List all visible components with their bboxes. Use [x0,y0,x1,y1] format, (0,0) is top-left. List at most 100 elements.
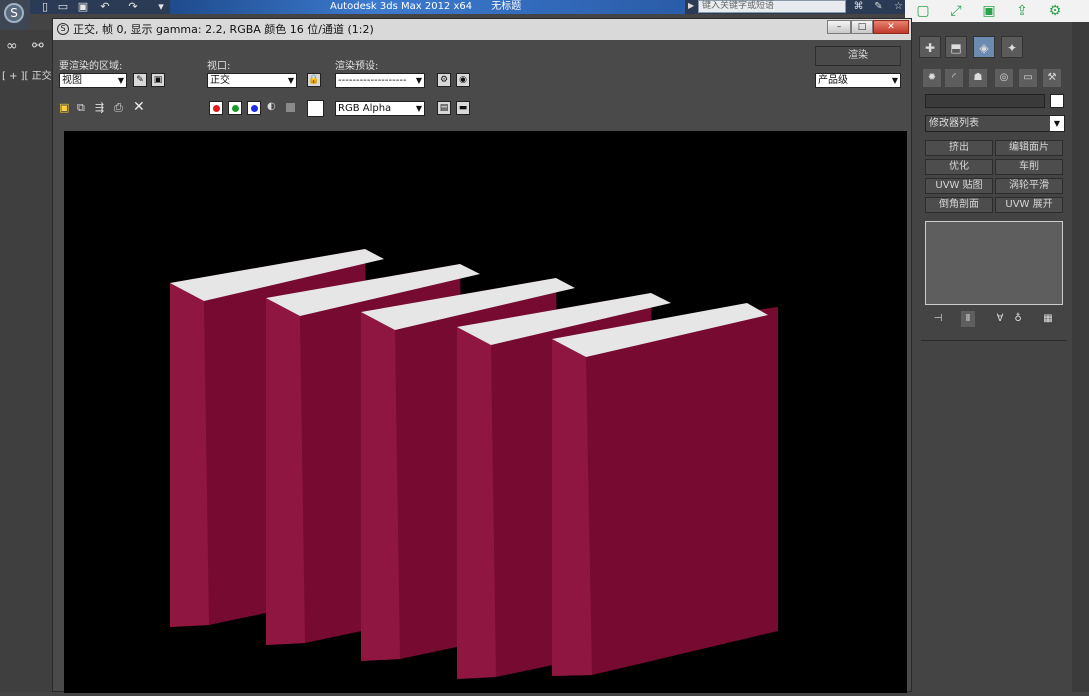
alpha-channel-icon[interactable]: ◐ [267,101,276,112]
modifier-stack[interactable] [925,221,1063,305]
app-title-text: Autodesk 3ds Max 2012 x64 [330,1,473,12]
object-color-swatch[interactable] [1050,94,1064,108]
window-icon[interactable]: ▢ [914,2,932,20]
render-button[interactable]: 渲染 [815,46,901,66]
motion-icon[interactable]: ◎ [995,69,1013,87]
minimize-button[interactable]: – [827,20,851,34]
environment-icon[interactable]: ◉ [456,73,470,87]
show-end-result-icon[interactable]: Ⅱ [961,311,975,327]
render-setup-icon[interactable]: ⚙ [437,73,451,87]
render-preset-value: ------------------- [338,75,407,86]
save-image-icon[interactable]: ▣ [59,101,69,114]
app-logo-button[interactable]: S [0,0,30,30]
blue-channel-toggle[interactable] [247,101,261,115]
hierarchy-icon[interactable]: ☗ [969,69,987,87]
modifier-button-extrude[interactable]: 挤出 [925,140,993,156]
modify-tab-icon[interactable]: ◈ [973,36,995,58]
viewport-value: 正交 [210,75,230,86]
binoculars-icon[interactable]: ⌘ [852,1,865,13]
unlink-icon[interactable]: ⚯ [32,38,44,54]
book-spine [361,312,400,661]
red-channel-toggle[interactable] [209,101,223,115]
tools-icon[interactable]: ✎ [872,1,885,13]
main-toolbar-left [0,30,52,692]
close-button[interactable]: ✕ [873,20,909,34]
lock-icon[interactable]: 🔒 [307,73,321,87]
expand-icon[interactable]: ⤢ [947,2,965,20]
modifier-button-uvw-map[interactable]: UVW 贴图 [925,178,993,194]
chevron-down-icon: ▼ [117,76,124,85]
geometry-icon[interactable]: ✹ [923,69,941,87]
chevron-down-icon: ▼ [415,76,422,85]
modifier-button-turbosmooth[interactable]: 涡轮平滑 [995,178,1063,194]
command-panel: ✚ ⬒ ◈ ✦ ✹ ◜ ☗ ◎ ▭ ⚒ 修改器列表 ▼ 挤出 编辑面片 优化 车削… [917,22,1089,692]
viewport-dropdown[interactable]: 正交 ▼ [207,73,297,88]
restore-button[interactable]: □ [851,20,873,34]
settings-icon[interactable]: ⚙ [1046,2,1064,20]
copy-image-icon[interactable]: ⧉ [77,101,85,115]
monochrome-icon[interactable] [286,103,295,112]
blue-channel-icon [251,105,258,112]
clear-icon[interactable]: ✕ [133,99,145,115]
modifier-list-dropdown[interactable]: 修改器列表 ▼ [925,115,1065,132]
green-channel-toggle[interactable] [228,101,242,115]
render-frame-window: S 正交, 帧 0, 显示 gamma: 2.2, RGBA 颜色 16 位/通… [52,18,912,693]
red-channel-icon [213,105,220,112]
viewport-label[interactable]: [ + ][ 正交 [2,67,52,82]
edit-region-icon[interactable]: ✎ [133,73,147,87]
max-window-icon: S [57,23,69,35]
save-icon[interactable]: ▣ [980,2,998,20]
modifier-button-edit-patch[interactable]: 编辑面片 [995,140,1063,156]
quick-access-dropdown-icon[interactable]: ▾ [154,0,168,13]
undo-icon[interactable]: ↶ [98,0,112,13]
display-icon[interactable]: ▭ [1019,69,1037,87]
render-preset-label: 渲染预设: [335,61,379,72]
redo-icon[interactable]: ↷ [126,0,140,13]
pin-stack-icon[interactable]: ⊣ [931,311,945,327]
chevron-down-icon: ▼ [891,76,898,85]
panel-divider [921,340,1067,341]
book-spine [457,327,496,679]
render-window-title-bar: S 正交, 帧 0, 显示 gamma: 2.2, RGBA 颜色 16 位/通… [53,19,911,40]
object-name-field[interactable] [925,94,1045,108]
utilities-icon[interactable]: ⚒ [1043,69,1061,87]
link-icon[interactable]: ∞ [6,38,18,54]
render-area-dropdown[interactable]: 视图 ▼ [59,73,127,88]
max-logo-icon: S [4,3,24,23]
modifier-button-lathe[interactable]: 车削 [995,159,1063,175]
shapes-icon[interactable]: ◜ [945,69,963,87]
render-area-label: 要渲染的区域: [59,61,123,72]
remove-modifier-icon[interactable]: ♁ [1011,311,1025,327]
search-expand-icon[interactable]: ▶ [688,1,694,10]
modifier-button-bevel-profile[interactable]: 倒角剖面 [925,197,993,213]
green-channel-icon [232,105,239,112]
utility-tab-icon[interactable]: ✦ [1001,36,1023,58]
make-unique-icon[interactable]: ∀ [993,311,1007,327]
channel-display-dropdown[interactable]: RGB Alpha ▼ [335,101,425,116]
chevron-down-icon: ▼ [415,104,422,113]
search-input[interactable]: 键入关键字或短语 [698,0,846,13]
book-spine [552,339,592,676]
modifier-list-label: 修改器列表 [929,118,979,129]
book-spine [170,283,209,627]
toggle-ui-overlay-icon[interactable]: ▤ [437,101,451,115]
hierarchy-tab-icon[interactable]: ⬒ [945,36,967,58]
document-title: 无标题 [491,1,522,12]
configure-sets-icon[interactable]: ▦ [1041,311,1055,327]
render-window-title: 正交, 帧 0, 显示 gamma: 2.2, RGBA 颜色 16 位/通道 … [73,23,374,36]
clone-window-icon[interactable]: ⇶ [95,101,104,114]
share-icon[interactable]: ⇪ [1013,2,1031,20]
open-file-icon[interactable]: ▭ [56,0,70,13]
render-preset-dropdown[interactable]: ------------------- ▼ [335,73,425,88]
create-tab-icon[interactable]: ✚ [919,36,941,58]
star-icon[interactable]: ☆ [892,1,905,13]
toggle-ui-icon[interactable]: ▬ [456,101,470,115]
save-file-icon[interactable]: ▣ [76,0,90,13]
print-icon[interactable]: ⎙ [114,101,123,115]
auto-region-icon[interactable]: ▣ [151,73,165,87]
modifier-button-optimize[interactable]: 优化 [925,159,993,175]
new-file-icon[interactable]: ▯ [38,0,52,13]
swatch-color[interactable] [307,100,324,117]
render-quality-dropdown[interactable]: 产品级 ▼ [815,73,901,88]
modifier-button-unwrap-uvw[interactable]: UVW 展开 [995,197,1063,213]
